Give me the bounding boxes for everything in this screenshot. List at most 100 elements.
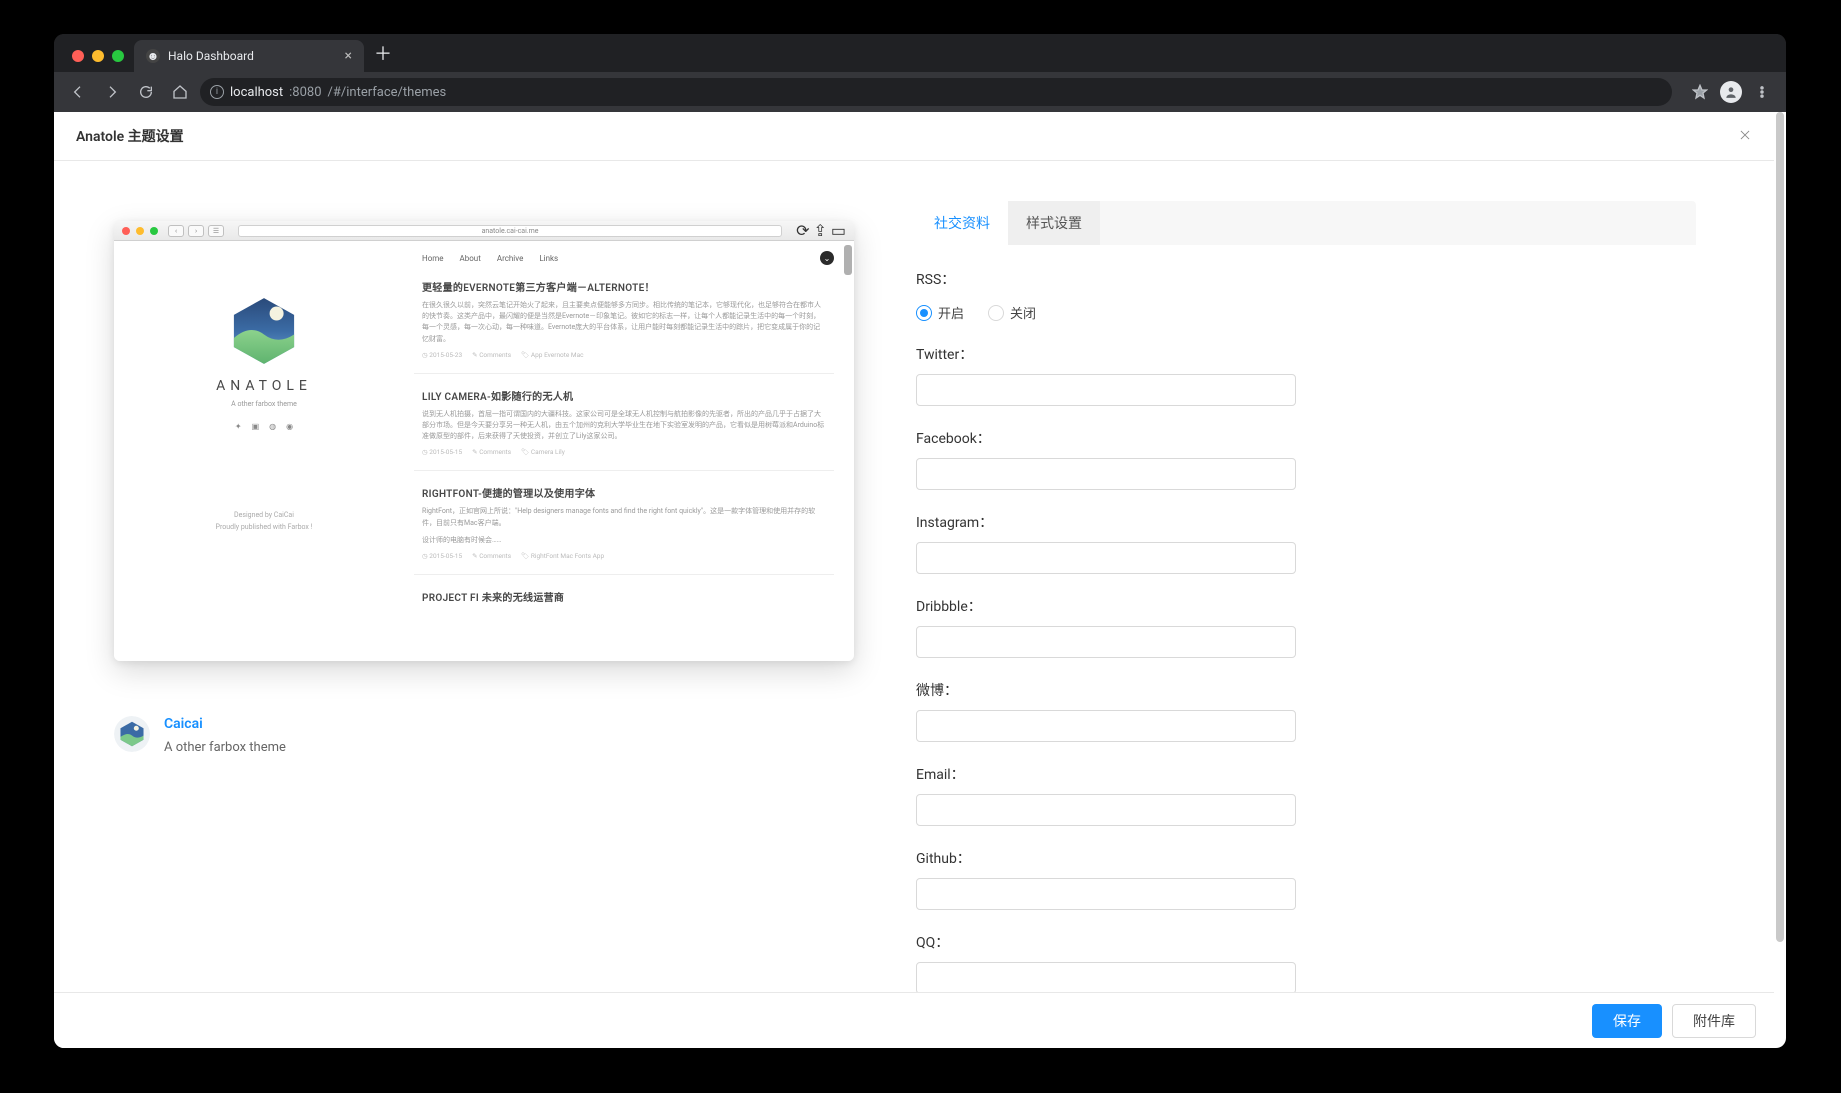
save-button[interactable]: 保存 [1592,1004,1662,1038]
weibo-input[interactable] [916,710,1296,742]
preview-nav: Home About Archive Links ⌄ [414,251,834,265]
maximize-window-icon[interactable] [112,50,124,62]
tab-close-icon[interactable]: × [345,48,352,64]
preview-logo-subtitle: A other farbox theme [231,400,297,408]
back-button[interactable] [64,78,92,106]
preview-social-row: ✦ ▣ ◍ ◉ [235,422,293,431]
window-controls [64,50,134,72]
close-drawer-button[interactable] [1738,127,1752,146]
preview-reload-icon: ⟳ [796,221,809,240]
nav-home: Home [422,254,444,263]
author-name[interactable]: Caicai [164,716,286,732]
scrollbar-thumb[interactable] [1776,112,1784,942]
post-meta: ◷ 2015-05-23 ✎ Comments 🏷 App Evernote M… [422,351,826,359]
left-column: ‹ › ☰ anatole.cai-cai.me ⟳ ⇪ ▭ [76,161,876,1016]
drawer-header: Anatole 主题设置 [54,112,1774,161]
github-label: Github： [916,848,1316,868]
browser-toolbar: i localhost:8080/#/interface/themes [54,72,1786,112]
nav-links: Links [539,254,558,263]
preview-sidebar-icon: ☰ [208,225,224,237]
preview-min-icon [136,227,144,235]
tab-style[interactable]: 样式设置 [1008,201,1100,245]
tab-strip: ☻ Halo Dashboard × ＋ [54,34,1786,72]
form-group-rss: RSS： 开启 关闭 [916,269,1316,322]
page-scrollbar[interactable] [1776,112,1784,1048]
email-label: Email： [916,764,1316,784]
social-form: RSS： 开启 关闭 [916,245,1316,994]
qq-input[interactable] [916,962,1296,994]
preview-proudly: Proudly published with Farbox ! [216,523,313,531]
menu-icon[interactable] [1748,78,1776,106]
weibo-label: 微博： [916,680,1316,700]
nav-archive: Archive [497,254,523,263]
author-avatar [114,716,150,752]
nav-about: About [460,254,481,263]
browser-window: ☻ Halo Dashboard × ＋ i localhost:8080/#/… [54,34,1786,1048]
post-body: RightFont，正如官网上所说："Help designers manage… [422,506,826,528]
chevron-down-icon: ⌄ [820,251,834,265]
right-column: 社交资料 样式设置 RSS： 开启 [916,161,1752,1016]
site-info-icon[interactable]: i [210,85,224,99]
preview-designed-by: Designed by CaiCai [234,511,294,519]
close-window-icon[interactable] [72,50,84,62]
twitter-label: Twitter： [916,344,1316,364]
rss-icon: ◉ [286,422,293,431]
preview-post: PROJECT FI 未来的无线运营商 [414,575,834,604]
facebook-input[interactable] [916,458,1296,490]
new-tab-button[interactable]: ＋ [364,34,402,72]
email-input[interactable] [916,794,1296,826]
twitter-icon: ✦ [235,422,242,431]
post-title: RIGHTFONT-便捷的管理以及使用字体 [422,485,826,500]
preview-share-icon: ⇪ [813,221,826,240]
preview-scrollbar [844,245,852,275]
home-button[interactable] [166,78,194,106]
instagram-icon: ▣ [252,422,260,431]
facebook-label: Facebook： [916,428,1316,448]
instagram-label: Instagram： [916,512,1316,532]
post-meta: ◷ 2015-05-15 ✎ Comments 🏷 Camera Lily [422,448,826,456]
tab-favicon: ☻ [146,49,160,63]
dribbble-label: Dribbble： [916,596,1316,616]
rss-off-radio[interactable]: 关闭 [988,303,1036,322]
attachment-button[interactable]: 附件库 [1672,1004,1756,1038]
preview-url: anatole.cai-cai.me [238,225,782,237]
radio-label: 关闭 [1010,303,1036,322]
theme-preview: ‹ › ☰ anatole.cai-cai.me ⟳ ⇪ ▭ [114,221,854,661]
radio-label: 开启 [938,303,964,322]
post-body-extra: 设计师的电脑有时候会…… [422,535,826,546]
forward-button[interactable] [98,78,126,106]
profile-avatar-icon[interactable] [1720,81,1742,103]
preview-fwd-icon: › [188,225,204,237]
preview-post: RIGHTFONT-便捷的管理以及使用字体 RightFont，正如官网上所说：… [414,471,834,575]
url-path: /#/interface/themes [328,85,447,100]
drawer-footer: 保存 附件库 [54,992,1774,1048]
radio-icon [988,305,1004,321]
preview-back-icon: ‹ [168,225,184,237]
post-body: 在很久很久以前，突然云笔记开始火了起来，且主要卖点便能够多方同步。相比传统的笔记… [422,300,826,345]
anatole-logo [229,296,299,366]
preview-post: 更轻量的EVERNOTE第三方客户端－ALTERNOTE！ 在很久很久以前，突然… [414,265,834,374]
tab-title: Halo Dashboard [168,49,254,63]
browser-tab[interactable]: ☻ Halo Dashboard × [134,40,364,72]
preview-main: Home About Archive Links ⌄ 更轻量的EVERNOTE第… [414,241,854,661]
reload-button[interactable] [132,78,160,106]
bookmark-icon[interactable] [1686,78,1714,106]
post-title: 更轻量的EVERNOTE第三方客户端－ALTERNOTE！ [422,279,826,294]
github-input[interactable] [916,878,1296,910]
post-title: PROJECT FI 未来的无线运营商 [422,589,826,604]
dribbble-input[interactable] [916,626,1296,658]
twitter-input[interactable] [916,374,1296,406]
preview-tabs-icon: ▭ [831,221,846,240]
preview-close-icon [122,227,130,235]
page: Anatole 主题设置 ‹ › ☰ [54,112,1786,1048]
rss-on-radio[interactable]: 开启 [916,303,964,322]
author-description: A other farbox theme [164,740,286,755]
author-info: Caicai A other farbox theme [114,716,876,755]
instagram-input[interactable] [916,542,1296,574]
preview-sidebar: ANATOLE A other farbox theme ✦ ▣ ◍ ◉ Des… [114,241,414,661]
url-port: :8080 [289,85,321,100]
tab-social[interactable]: 社交资料 [916,201,1008,245]
drawer-title: Anatole 主题设置 [76,126,184,146]
address-bar[interactable]: i localhost:8080/#/interface/themes [200,78,1672,106]
minimize-window-icon[interactable] [92,50,104,62]
